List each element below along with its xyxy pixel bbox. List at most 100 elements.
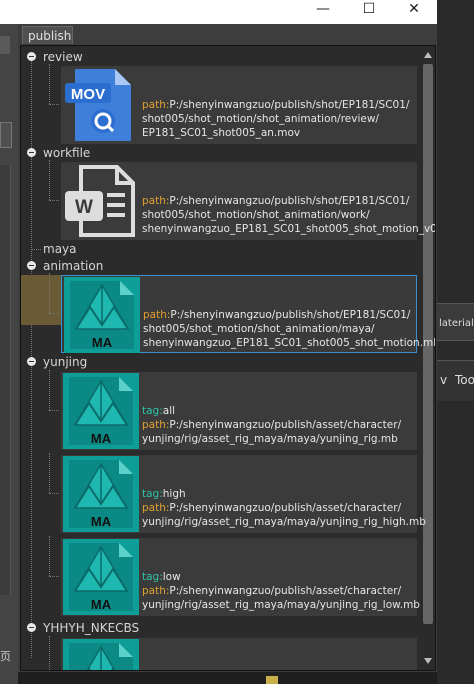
tag-key: tag: [142,488,163,500]
publish-item[interactable]: MA tag:low path:P:/shenyinwangzuo/publish/… [61,538,420,616]
thumb-label: MA [91,514,112,529]
tree-group-label: animation [43,259,104,273]
publish-item[interactable]: MA tag:high path:P:/shenyinwangzuo/publish… [61,455,426,533]
bg-material-label: laterial P [439,318,474,329]
publish-item[interactable]: MA path:P:/shenyinwangzuo/publish/shot/EP… [61,275,435,353]
tree-group-review[interactable]: review [21,49,421,65]
collapse-toggle-icon[interactable] [27,52,36,61]
path-value: shot005/shot_motion/shot_animation/maya/ [143,323,375,335]
maximize-button[interactable]: ☐ [346,0,392,18]
publish-window: — ☐ ✕ publish review MOV path:P:/shenyinwa… [18,0,437,672]
item-detail-line: tag:low [142,570,181,584]
tree-group-yhhyh_nkecbs[interactable]: YHHYH_NKECBS [21,620,421,636]
bg-indicator [266,676,278,684]
maya-file-icon: MA [64,277,140,353]
item-detail-line: tag:all [142,404,175,418]
path-key: path: [143,309,171,321]
vertical-scrollbar[interactable] [421,46,435,670]
path-key: path: [142,585,170,597]
item-detail-line: path:P:/shenyinwangzuo/publish/shot/EP18… [142,98,409,112]
item-detail-line: EP181_SC01_shot005_an.mov [142,126,300,140]
bg-tools-label[interactable]: Too [455,373,474,387]
publish-item[interactable]: MA tag:all path:P:/shenyinwangzuo/publish/… [61,372,417,450]
thumb-label: MA [92,335,113,350]
item-detail-line: yunjing/rig/asset_rig_maya/maya/yunjing_… [142,598,420,612]
title-bar: — ☐ ✕ [18,0,437,24]
scroll-down-icon[interactable] [424,658,432,664]
tree-group-label: workfile [43,146,91,160]
collapse-toggle-icon[interactable] [27,623,36,632]
path-value: P:/shenyinwangzuo/publish/asset/characte… [169,419,402,431]
thumb-label: MOV [71,86,105,103]
bg-v-label: v [440,373,448,387]
item-detail-line: path:P:/shenyinwangzuo/publish/shot/EP18… [142,194,409,208]
background-left-panel: 页 [0,0,18,684]
tree-branch-line [31,249,41,250]
tree-branch-line [49,313,59,314]
item-detail-line: path:P:/shenyinwangzuo/publish/asset/cha… [142,584,401,598]
publish-tree: review MOV path:P:/shenyinwangzuo/publish/… [20,45,436,671]
tag-value: all [162,405,176,417]
collapse-toggle-icon[interactable] [27,261,36,270]
bg-field [0,122,12,148]
tree-group-animation[interactable]: animation [21,258,421,274]
background-right-panel: laterial P v Too [437,0,474,684]
tree-group-yunjing[interactable]: yunjing [21,354,421,370]
minimize-button[interactable]: — [300,0,346,18]
path-value: P:/shenyinwangzuo/publish/asset/characte… [169,585,402,597]
path-value: P:/shenyinwangzuo/publish/shot/EP181/SC0… [169,195,410,207]
tab-publish[interactable]: publish [22,26,73,44]
tree-branch-line [49,536,50,576]
item-detail-line: shenyinwangzuo_EP181_SC01_shot005_shot_m… [142,222,435,236]
item-detail-line: yunjing/rig/asset_rig_maya/maya/yunjing_… [142,432,398,446]
tree-branch-line [49,200,59,201]
path-value: yunjing/rig/asset_rig_maya/maya/yunjing_… [142,433,398,445]
maya-file-icon: MA [63,539,139,615]
tree-branch-line [49,160,50,200]
item-detail-line: shot005/shot_motion/shot_animation/maya/ [143,322,375,336]
tree-group-label: yunjing [43,355,88,369]
maya-file-icon: MA [63,373,139,449]
background-bottom-bar [18,672,437,684]
item-detail-line: shot005/shot_motion/shot_animation/work/ [142,208,370,222]
tag-key: tag: [142,571,163,583]
tree-branch-line [49,410,59,411]
selection-highlight [21,275,61,325]
bg-field [0,36,10,54]
item-detail-line: yunjing/rig/asset_rig_maya/maya/yunjing_… [142,515,426,529]
collapse-toggle-icon[interactable] [27,357,36,366]
path-value: yunjing/rig/asset_rig_maya/maya/yunjing_… [142,599,420,611]
close-button[interactable]: ✕ [391,0,437,18]
item-detail-line: shenyinwangzuo_EP181_SC01_shot005_shot_m… [143,336,436,350]
publish-item[interactable]: Wpath:P:/shenyinwangzuo/publish/shot/EP1… [61,162,435,240]
tree-branch-line [49,453,50,493]
path-key: path: [142,99,170,111]
tree-branch-line [49,493,59,494]
tree-group-workfile[interactable]: workfile [21,145,421,161]
scroll-up-icon[interactable] [424,52,432,58]
thumb-label: MA [91,431,112,446]
mov-file-icon: MOV [65,69,131,141]
path-value: shot005/shot_motion/shot_animation/revie… [142,113,379,125]
path-key: path: [142,419,170,431]
tree-branch-line [49,273,50,313]
tree-branch-line [49,636,50,670]
item-detail-line: path:P:/shenyinwangzuo/publish/asset/cha… [142,501,401,515]
item-detail-line: shot005/shot_motion/shot_animation/revie… [142,112,379,126]
publish-item[interactable]: MOV path:P:/shenyinwangzuo/publish/shot/E… [61,66,417,144]
path-key: path: [142,502,170,514]
tag-key: tag: [142,405,163,417]
tree-group-label: YHHYH_NKECBS [43,621,140,635]
path-key: path: [142,195,170,207]
item-detail-line: path:P:/shenyinwangzuo/publish/shot/EP18… [143,308,410,322]
maya-file-icon [63,639,139,670]
bg-top-strip [0,0,18,24]
publish-item[interactable] [61,638,417,670]
thumb-label: W [75,197,93,218]
tree-branch-line [49,64,50,104]
maya-file-icon: MA [63,456,139,532]
path-value: shenyinwangzuo_EP181_SC01_shot005_shot_m… [143,337,436,349]
tree-group-maya[interactable]: maya [21,241,421,257]
path-value: P:/shenyinwangzuo/publish/shot/EP181/SC0… [170,309,411,321]
collapse-toggle-icon[interactable] [27,148,36,157]
